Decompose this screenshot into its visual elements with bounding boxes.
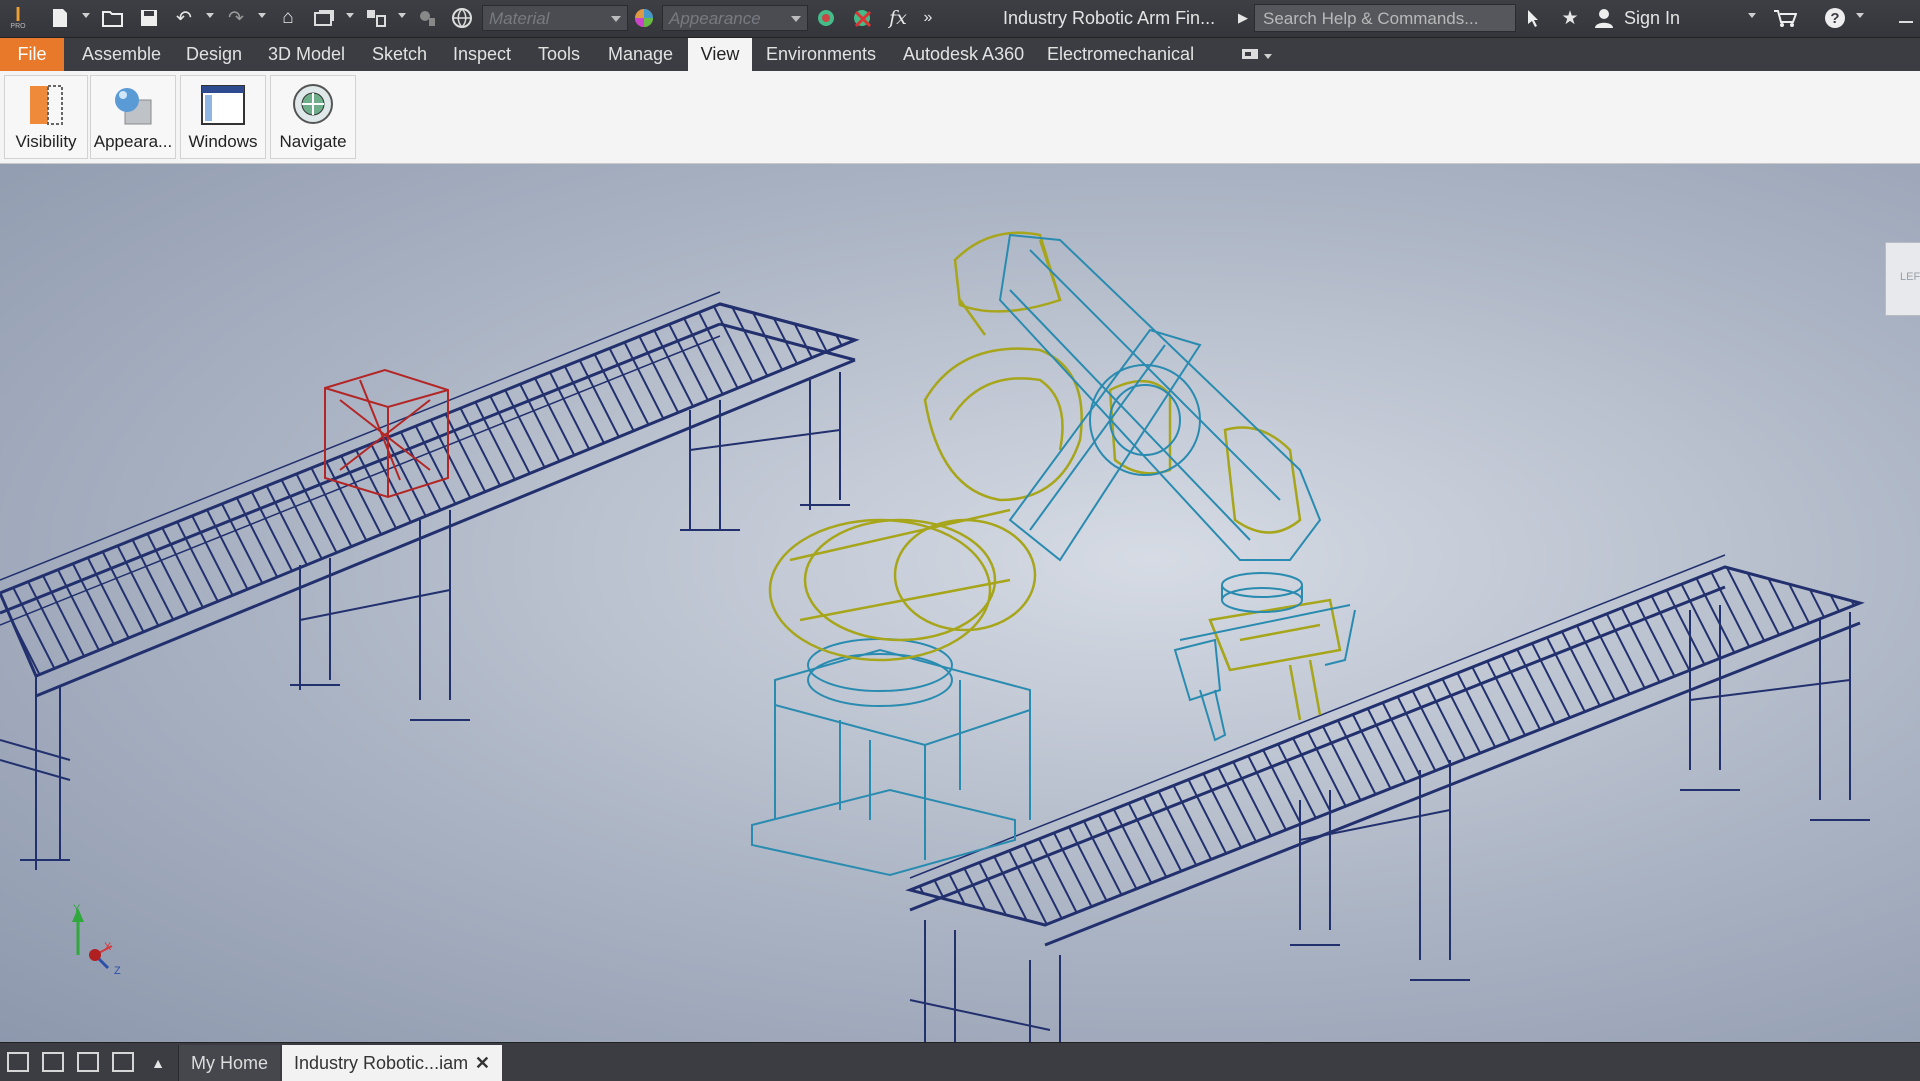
appearance-icon (109, 82, 157, 130)
sign-in-link[interactable]: Sign In (1624, 8, 1680, 29)
help-icon[interactable]: ? (1822, 6, 1848, 30)
tile-horizontal-icon[interactable] (77, 1052, 99, 1072)
visibility-label: Visibility (15, 132, 77, 151)
undo-icon[interactable]: ↶ (172, 6, 196, 30)
document-tabs-bar: ▲ My Home Industry Robotic...iam ✕ (0, 1042, 1920, 1081)
tab-inspect[interactable]: Inspect (443, 38, 521, 71)
search-binoculars-icon[interactable] (1522, 6, 1546, 30)
collapse-arrow-icon[interactable]: ▲ (148, 1051, 168, 1075)
viewcube[interactable]: LEFT (1885, 242, 1920, 316)
chevron-down-icon (611, 16, 621, 22)
tab-manage[interactable]: Manage (598, 38, 683, 71)
tile-vertical-icon[interactable] (112, 1052, 134, 1072)
web-globe-icon[interactable] (450, 6, 474, 30)
navigate-button[interactable]: Navigate (270, 75, 356, 159)
my-home-tab[interactable]: My Home (178, 1045, 281, 1081)
visibility-button[interactable]: Visibility (4, 75, 88, 159)
tab-assemble[interactable]: Assemble (72, 38, 171, 71)
viewcube-face-label: LEFT (1900, 271, 1920, 283)
new-file-icon[interactable] (48, 6, 72, 30)
appearance-label: Appeara... (93, 132, 173, 151)
cascade-windows-icon[interactable] (7, 1052, 29, 1072)
graphics-viewport[interactable]: Y X Z LEFT (0, 164, 1920, 1042)
parameters-icon[interactable]: fx (886, 6, 910, 30)
tab-3d-model[interactable]: 3D Model (258, 38, 355, 71)
tab-environments[interactable]: Environments (756, 38, 886, 71)
robot-arm-cyan[interactable] (998, 233, 1356, 742)
pro-badge: PRO (10, 22, 26, 30)
coordinate-triad: Y X Z (72, 903, 121, 977)
ribbon-options-dropdown-icon[interactable] (1264, 54, 1272, 59)
close-tab-icon[interactable]: ✕ (475, 1045, 490, 1081)
document-tab-label: Industry Robotic...iam (294, 1053, 469, 1073)
fx-label: fx (889, 7, 907, 29)
assembly-model[interactable]: Y X Z (0, 164, 1920, 1042)
window-title: Industry Robotic Arm Fin... (1003, 8, 1216, 28)
new-dropdown-icon[interactable] (82, 13, 90, 18)
undo-dropdown-icon[interactable] (206, 13, 214, 18)
minimize-icon[interactable] (1896, 6, 1916, 30)
tab-electromechanical[interactable]: Electromechanical (1037, 38, 1204, 71)
navigate-icon (289, 82, 337, 130)
search-input[interactable]: Search Help & Commands... (1254, 4, 1516, 32)
redo-dropdown-icon[interactable] (258, 13, 266, 18)
user-icon[interactable] (1592, 6, 1616, 30)
tab-file[interactable]: File (0, 38, 64, 71)
windows-icon (199, 82, 247, 130)
material-select[interactable]: Material (482, 5, 628, 31)
measure-icon[interactable] (416, 6, 440, 30)
title-arrow-icon[interactable]: ▶ (1236, 6, 1250, 30)
home-view-icon[interactable]: ⌂ (276, 6, 300, 30)
windows-label: Windows (188, 132, 258, 151)
windows-button[interactable]: Windows (180, 75, 266, 159)
color-wheel-icon[interactable] (632, 6, 656, 30)
axis-label-x: X (104, 941, 112, 953)
tile-grid-icon[interactable] (42, 1052, 64, 1072)
update-icon[interactable] (312, 6, 336, 30)
tab-design[interactable]: Design (176, 38, 252, 71)
favorites-star-icon[interactable]: ★ (1558, 6, 1582, 30)
clear-appearance-icon[interactable] (850, 6, 876, 30)
appearance-select[interactable]: Appearance (662, 5, 808, 31)
robot-base[interactable] (751, 638, 1031, 877)
tab-view[interactable]: View (688, 38, 752, 71)
ribbon-tabs: File Assemble Design 3D Model Sketch Ins… (0, 38, 1920, 71)
tab-sketch[interactable]: Sketch (362, 38, 437, 71)
appearance-button[interactable]: Appeara... (90, 75, 176, 159)
visibility-icon (22, 82, 70, 130)
cart-icon[interactable] (1772, 6, 1798, 30)
robot-arm-yellow[interactable] (768, 231, 1342, 721)
appearance-select-text: Appearance (669, 9, 761, 28)
save-icon[interactable] (138, 6, 160, 30)
svg-text:?: ? (1830, 10, 1839, 27)
tab-autodesk-a360[interactable]: Autodesk A360 (893, 38, 1034, 71)
material-select-text: Material (489, 9, 550, 28)
chevron-down-icon (791, 16, 801, 22)
ribbon-panel-view: Visibility Appeara... Windows Navigate (0, 71, 1920, 164)
select-dropdown-icon[interactable] (398, 13, 406, 18)
tab-tools[interactable]: Tools (528, 38, 590, 71)
axis-label-y: Y (73, 903, 81, 915)
navigate-label: Navigate (279, 132, 347, 151)
select-mode-icon[interactable] (364, 6, 388, 30)
quick-access-toolbar: I PRO ↶ ↷ ⌂ Material Appearance fx » Ind… (0, 0, 1920, 38)
app-logo-icon[interactable]: I PRO (6, 5, 30, 30)
update-dropdown-icon[interactable] (346, 13, 354, 18)
open-folder-icon[interactable] (100, 6, 126, 30)
left-conveyor[interactable] (0, 291, 860, 870)
adjust-appearance-icon[interactable] (814, 6, 840, 30)
overflow-chevron-icon[interactable]: » (920, 6, 936, 30)
active-document-tab[interactable]: Industry Robotic...iam ✕ (282, 1045, 502, 1081)
redo-icon[interactable]: ↷ (224, 6, 248, 30)
help-dropdown-icon[interactable] (1856, 13, 1864, 18)
axis-label-z: Z (114, 965, 121, 977)
sign-in-dropdown-icon[interactable] (1748, 13, 1756, 18)
right-conveyor[interactable] (905, 554, 1870, 1042)
